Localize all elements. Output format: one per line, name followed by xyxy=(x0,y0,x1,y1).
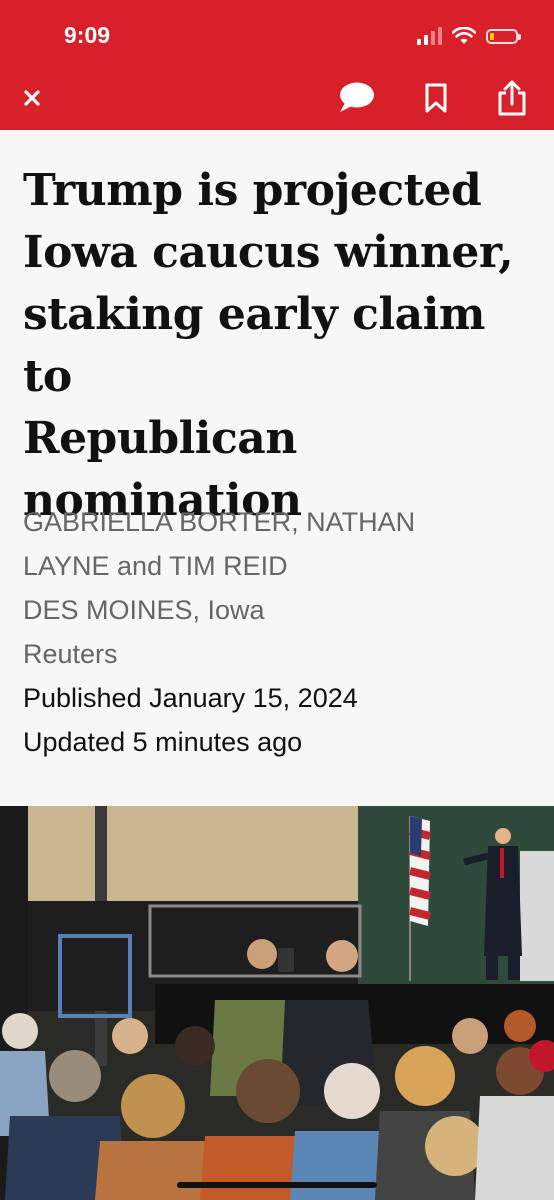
article-headline: Trump is projected Iowa caucus winner, s… xyxy=(23,160,538,532)
author-names: GABRIELLA BORTER, NATHAN xyxy=(23,507,416,537)
cellular-signal-icon xyxy=(417,27,442,45)
article-header: Trump is projected Iowa caucus winner, s… xyxy=(0,130,554,806)
share-icon xyxy=(498,80,526,116)
us-flag xyxy=(409,816,431,926)
share-button[interactable] xyxy=(492,78,532,118)
published-date: Published January 15, 2024 xyxy=(23,683,358,713)
home-indicator[interactable] xyxy=(177,1182,377,1188)
updated-time: Updated 5 minutes ago xyxy=(23,727,303,757)
headline-line: Republican xyxy=(23,413,297,464)
wifi-icon xyxy=(452,27,476,44)
speech-bubble-icon xyxy=(340,82,374,112)
close-icon xyxy=(24,90,40,106)
rally-photo xyxy=(0,806,554,1200)
author-names-cont: LAYNE and TIM REID xyxy=(23,551,288,581)
battery-icon xyxy=(486,28,521,44)
app-header: 9:09 xyxy=(0,0,554,130)
bookmark-icon xyxy=(425,83,447,113)
headline-line: Trump is projected xyxy=(23,165,482,216)
close-button[interactable] xyxy=(12,78,52,118)
byline: GABRIELLA BORTER, NATHAN LAYNE and TIM R… xyxy=(23,500,523,764)
dateline: DES MOINES, Iowa xyxy=(23,595,265,625)
bookmark-button[interactable] xyxy=(416,78,456,118)
status-icons xyxy=(417,24,521,48)
status-time: 9:09 xyxy=(64,22,111,48)
article-photo[interactable] xyxy=(0,806,554,1200)
headline-line: staking early claim to xyxy=(23,289,485,402)
source-label: Reuters xyxy=(23,639,118,669)
headline-line: Iowa caucus winner, xyxy=(23,227,514,278)
comments-button[interactable] xyxy=(336,78,376,118)
